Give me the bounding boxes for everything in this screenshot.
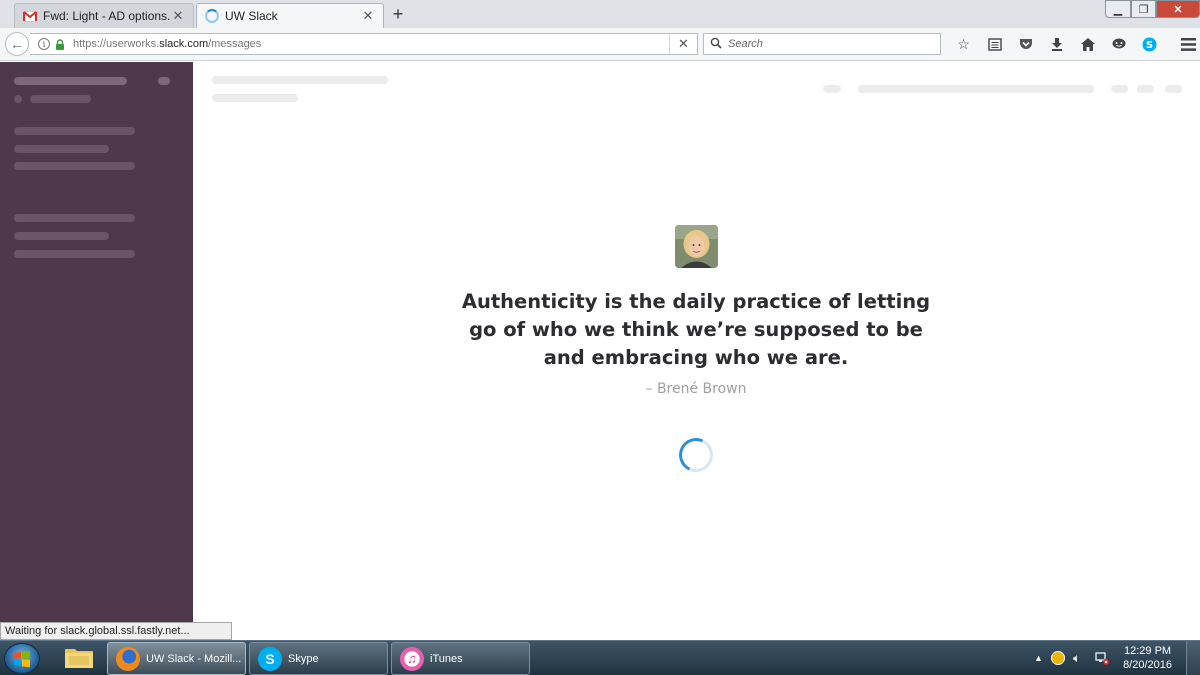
start-button[interactable]	[4, 643, 40, 674]
tab-strip: Fwd: Light - AD options. - ... ✕ UW Slac…	[0, 0, 1200, 28]
bookmark-star-icon[interactable]: ☆	[948, 33, 979, 55]
slack-sidebar	[0, 62, 193, 622]
clock[interactable]: 12:29 PM 8/20/2016	[1123, 644, 1172, 672]
skype-addon-icon[interactable]: S	[1134, 33, 1165, 55]
skeleton-bar	[158, 77, 170, 85]
folder-icon	[64, 645, 94, 672]
loading-spinner-icon	[205, 9, 219, 23]
lock-icon	[55, 38, 65, 50]
taskbar-item-label: UW Slack - Mozill...	[146, 652, 242, 665]
svg-text:S: S	[1146, 40, 1153, 51]
quote-author: – Brené Brown	[645, 381, 747, 397]
pocket-icon[interactable]	[1010, 33, 1041, 55]
url-text: https://userworks.slack.com/messages	[73, 38, 262, 50]
search-icon	[710, 37, 722, 52]
search-placeholder: Search	[728, 38, 763, 50]
skeleton-bar	[1137, 85, 1154, 93]
taskbar-explorer[interactable]	[54, 642, 104, 675]
info-icon[interactable]: i	[38, 38, 50, 50]
new-tab-button[interactable]: +	[390, 4, 406, 25]
maximize-button[interactable]: ❐	[1131, 0, 1156, 18]
tab-title: Fwd: Light - AD options. - ...	[43, 9, 171, 23]
skeleton-bar	[823, 85, 841, 93]
app-tray-icon[interactable]	[1051, 651, 1066, 665]
skeleton-bar	[1165, 85, 1182, 93]
firefox-icon	[116, 646, 140, 671]
show-desktop-button[interactable]	[1186, 641, 1200, 675]
search-input[interactable]: Search	[703, 33, 941, 55]
loading-spinner-icon	[674, 433, 718, 477]
loading-quote: Authenticity is the daily practice of le…	[461, 290, 931, 369]
close-window-button[interactable]: ✕	[1156, 0, 1200, 18]
quote-author-avatar	[675, 225, 718, 268]
system-tray: ▲ 🔈︎ 12:29 PM 8/20/2016	[1034, 641, 1200, 675]
url-bar[interactable]: i https://userworks.slack.com/messages ✕	[30, 33, 698, 55]
back-button[interactable]: ←	[5, 32, 29, 56]
skeleton-bar	[212, 94, 298, 102]
home-icon[interactable]	[1072, 33, 1103, 55]
hello-chat-icon[interactable]	[1103, 33, 1134, 55]
window-controls: ▁ ❐ ✕	[1105, 0, 1200, 18]
skeleton-bar	[14, 127, 135, 135]
skype-icon: S	[258, 646, 282, 671]
skeleton-bar	[14, 250, 135, 258]
skeleton-bar	[212, 76, 388, 84]
close-icon[interactable]: ✕	[361, 8, 375, 24]
volume-icon[interactable]: 🔈︎	[1073, 651, 1087, 665]
skeleton-bar	[30, 95, 91, 103]
tab-title: UW Slack	[225, 9, 278, 23]
menu-icon[interactable]	[1173, 33, 1200, 55]
show-hidden-icons-icon[interactable]: ▲	[1034, 653, 1043, 663]
bookmarks-menu-icon[interactable]	[979, 33, 1010, 55]
skeleton-bar	[14, 95, 22, 103]
back-arrow-icon: ←	[10, 36, 24, 52]
tab-gmail[interactable]: Fwd: Light - AD options. - ... ✕	[14, 3, 194, 28]
toolbar-icons: ☆ S	[948, 33, 1200, 55]
windows-logo-icon	[14, 650, 30, 667]
skeleton-bar	[14, 232, 109, 240]
skeleton-bar	[858, 85, 1094, 93]
tab-uw-slack[interactable]: UW Slack ✕	[196, 3, 384, 28]
gmail-icon	[23, 10, 37, 22]
taskbar-item-label: Skype	[288, 652, 319, 665]
status-text: Waiting for slack.global.ssl.fastly.net.…	[0, 622, 232, 640]
minimize-button[interactable]: ▁	[1105, 0, 1131, 18]
stop-loading-icon[interactable]: ✕	[669, 34, 697, 54]
network-icon[interactable]	[1095, 651, 1110, 665]
clock-date: 8/20/2016	[1123, 659, 1172, 671]
itunes-icon: ♫	[400, 646, 424, 671]
screen: Fwd: Light - AD options. - ... ✕ UW Slac…	[0, 0, 1200, 675]
nav-bar: ← i https://userworks.slack.com/messages…	[0, 28, 1200, 61]
skeleton-bar	[1111, 85, 1128, 93]
clock-time: 12:29 PM	[1123, 645, 1172, 657]
slack-main: Authenticity is the daily practice of le…	[193, 62, 1200, 622]
skeleton-bar	[14, 214, 135, 222]
skeleton-bar	[14, 77, 127, 85]
taskbar-itunes[interactable]: ♫ iTunes	[391, 642, 530, 675]
taskbar-skype[interactable]: S Skype	[249, 642, 388, 675]
close-icon[interactable]: ✕	[171, 8, 185, 24]
skeleton-bar	[14, 145, 109, 153]
skeleton-bar	[14, 162, 135, 170]
download-icon[interactable]	[1041, 33, 1072, 55]
taskbar: UW Slack - Mozill... S Skype ♫ iTunes ▲ …	[0, 640, 1200, 675]
taskbar-firefox[interactable]: UW Slack - Mozill...	[107, 642, 246, 675]
taskbar-item-label: iTunes	[430, 652, 463, 665]
